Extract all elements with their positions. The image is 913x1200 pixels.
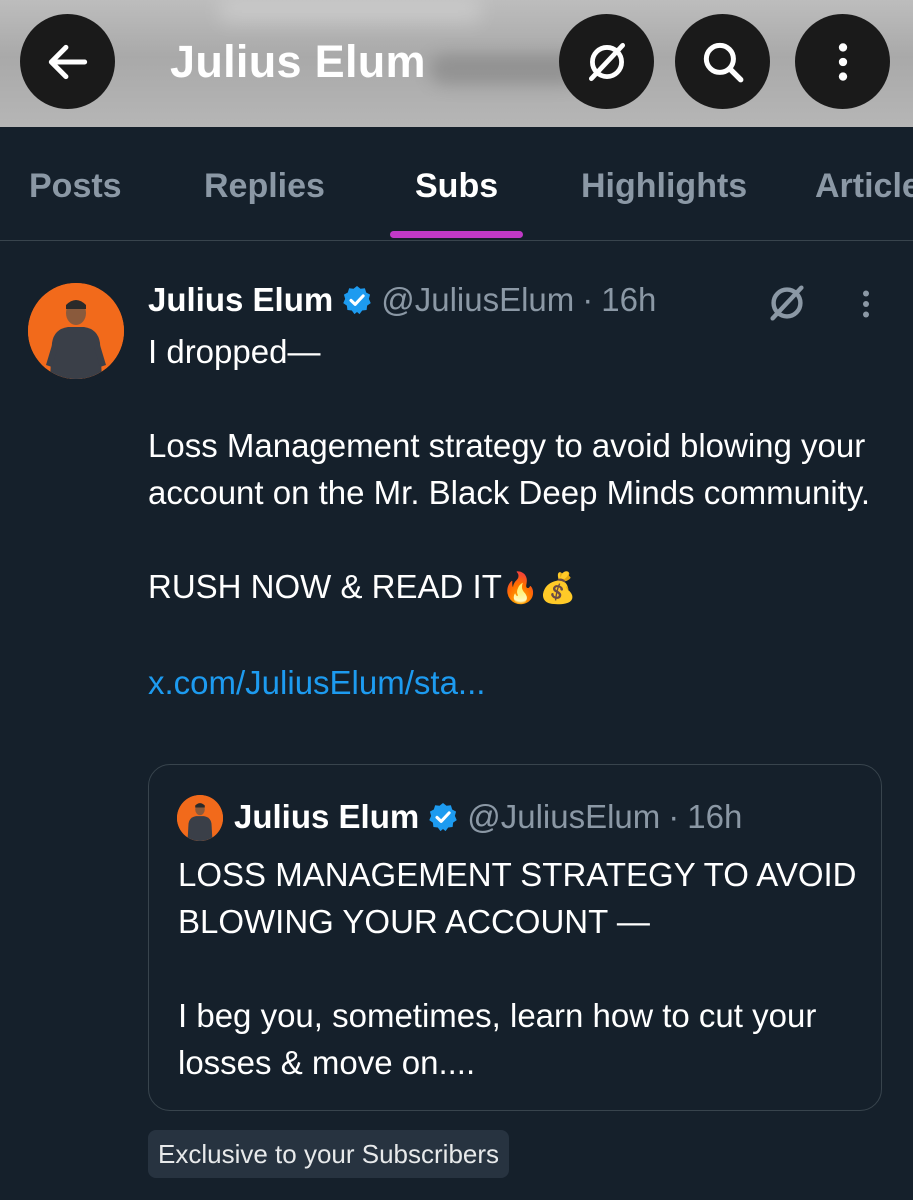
fire-money-emoji: 🔥💰 xyxy=(501,572,577,605)
post-paragraph: RUSH NOW & READ IT🔥💰 xyxy=(148,563,878,612)
top-app-bar: Julius Elum xyxy=(0,0,913,127)
verified-badge-icon xyxy=(429,803,457,832)
quoted-author-name[interactable]: Julius Elum xyxy=(234,798,419,836)
blurred-banner-highlight xyxy=(220,0,480,22)
separator-dot: · xyxy=(582,281,594,318)
subscriber-only-icon[interactable] xyxy=(764,280,810,326)
tab-articles[interactable]: Articles xyxy=(815,167,913,206)
person-avatar-icon xyxy=(177,795,223,841)
subscriber-exclusive-badge: Exclusive to your Subscribers xyxy=(148,1130,510,1178)
tab-highlights[interactable]: Highlights xyxy=(581,167,747,206)
quoted-post-time[interactable]: 16h xyxy=(687,798,742,836)
post-paragraph: Loss Management strategy to avoid blowin… xyxy=(148,427,871,511)
quoted-post-header: Julius Elum @JuliusElum · 16h xyxy=(234,797,742,837)
author-handle[interactable]: @JuliusElum xyxy=(381,281,574,319)
avatar[interactable] xyxy=(28,283,124,379)
post-text: I dropped— Loss Management strategy to a… xyxy=(148,328,878,706)
post-paragraph: I dropped— xyxy=(148,333,321,370)
separator-dot: · xyxy=(668,798,680,835)
tab-posts[interactable]: Posts xyxy=(29,167,122,206)
tab-subs[interactable]: Subs xyxy=(415,167,498,206)
quoted-paragraph: I beg you, sometimes, learn how to cut y… xyxy=(178,997,817,1081)
unsubscribe-button[interactable] xyxy=(559,14,654,109)
post-time[interactable]: 16h xyxy=(601,281,656,319)
profile-tabs: Posts Replies Subs Highlights Articles xyxy=(0,127,913,241)
search-icon xyxy=(703,42,743,82)
author-name[interactable]: Julius Elum xyxy=(148,281,333,319)
more-options-button[interactable] xyxy=(795,14,890,109)
tab-replies[interactable]: Replies xyxy=(204,167,325,206)
page-title: Julius Elum xyxy=(170,36,426,87)
person-avatar-icon xyxy=(28,283,124,379)
quoted-author-handle[interactable]: @JuliusElum xyxy=(467,798,660,836)
post-more-icon[interactable] xyxy=(852,286,880,322)
quoted-paragraph: LOSS MANAGEMENT STRATEGY TO AVOID BLOWIN… xyxy=(178,856,857,940)
search-button[interactable] xyxy=(675,14,770,109)
back-button[interactable] xyxy=(20,14,115,109)
quoted-post-text: LOSS MANAGEMENT STRATEGY TO AVOID BLOWIN… xyxy=(178,851,868,1086)
quoted-avatar[interactable] xyxy=(177,795,223,841)
verified-badge-icon xyxy=(343,286,371,315)
post-link[interactable]: x.com/JuliusElum/sta... xyxy=(148,659,878,706)
arrow-left-icon xyxy=(48,44,87,79)
more-vertical-icon xyxy=(838,42,847,81)
quoted-post-card[interactable]: Julius Elum @JuliusElum · 16h LOSS MANAG… xyxy=(148,764,882,1111)
post[interactable]: Julius Elum @JuliusElum · 16h I dropped—… xyxy=(0,258,913,1200)
post-cta-text: RUSH NOW & READ IT xyxy=(148,568,502,605)
post-header: Julius Elum @JuliusElum · 16h xyxy=(148,280,656,320)
slashed-circle-icon xyxy=(588,42,625,81)
blurred-banner-shape xyxy=(430,55,580,85)
active-tab-indicator xyxy=(390,231,523,238)
